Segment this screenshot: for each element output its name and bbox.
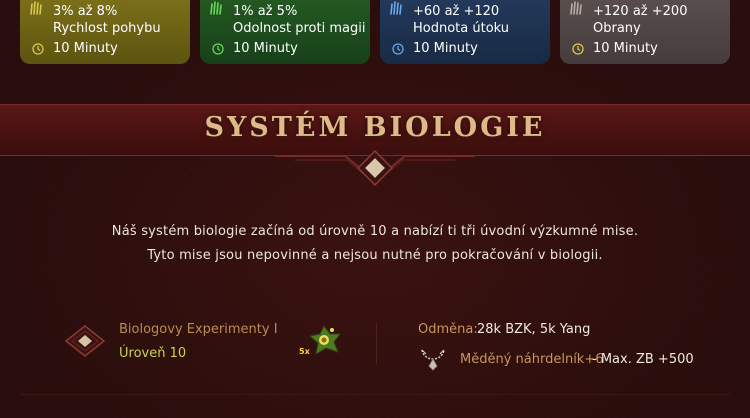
bonus-card-defense: +120 až +200 Obrany 10 Minuty (560, 0, 730, 64)
bonus-range: 1% až 5% (233, 4, 298, 19)
bonus-duration: 10 Minuty (53, 41, 118, 56)
mission-level: Úroveň 10 (119, 346, 187, 361)
bonus-cards: 3% až 8% Rychlost pohybu 10 Minuty 1% až… (0, 0, 750, 64)
bonus-duration: 10 Minuty (413, 41, 478, 56)
bonus-range: 3% až 8% (53, 4, 118, 19)
diamond-icon (64, 325, 106, 357)
clock-icon (212, 43, 224, 55)
clock-icon (392, 43, 404, 55)
description-line-2: Tyto mise jsou nepovinné a nejsou nutné … (147, 248, 603, 263)
bonus-name: Odolnost proti magii (233, 21, 366, 36)
necklace-bonus: - Max. ZB +500 (592, 352, 694, 367)
bonus-name: Hodnota útoku (413, 21, 510, 36)
item-quantity: 5x (299, 347, 310, 356)
description-line-1: Náš systém biologie začíná od úrovně 10 … (111, 224, 639, 239)
bonus-range: +120 až +200 (593, 4, 688, 19)
clock-icon (572, 43, 584, 55)
clock-icon (32, 43, 44, 55)
divider (376, 322, 377, 364)
necklace-icon[interactable] (418, 344, 448, 372)
reward-value: 28k BZK, 5k Yang (477, 322, 591, 337)
diamond-ornament-icon (275, 150, 475, 186)
bonus-name: Obrany (593, 21, 641, 36)
claw-icon (30, 1, 42, 15)
bonus-card-magic-resistance: 1% až 5% Odolnost proti magii 10 Minuty (200, 0, 370, 64)
mission-name: Biologovy Experimenty I (119, 322, 278, 337)
bonus-card-attack-value: +60 až +120 Hodnota útoku 10 Minuty (380, 0, 550, 64)
claw-icon (570, 1, 582, 15)
bottom-divider (20, 394, 730, 395)
section-title: SYSTÉM BIOLOGIE (204, 112, 546, 143)
necklace-name: Měděný náhrdelník+6 (460, 352, 604, 367)
claw-icon (390, 1, 402, 15)
bonus-duration: 10 Minuty (593, 41, 658, 56)
bonus-name: Rychlost pohybu (53, 21, 161, 36)
claw-icon (210, 1, 222, 15)
reward-label: Odměna: (418, 322, 478, 337)
bonus-duration: 10 Minuty (233, 41, 298, 56)
bonus-range: +60 až +120 (413, 4, 500, 19)
bonus-card-movement-speed: 3% až 8% Rychlost pohybu 10 Minuty (20, 0, 190, 64)
